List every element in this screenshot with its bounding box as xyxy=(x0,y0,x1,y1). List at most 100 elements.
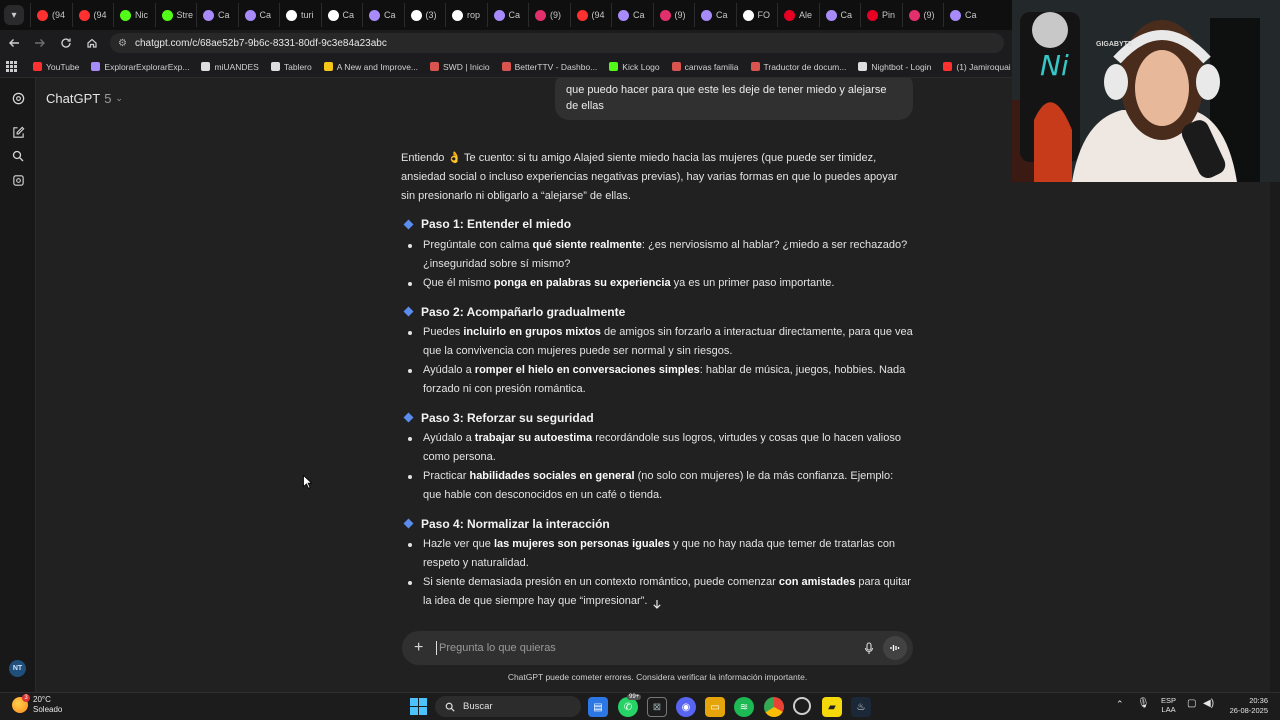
bookmark-item[interactable]: YouTube xyxy=(33,62,79,72)
browser-tab[interactable]: Pin xyxy=(860,3,902,27)
clock[interactable]: 20:36 26-08-2025 xyxy=(1226,696,1268,716)
browser-tab[interactable]: (94 xyxy=(30,3,72,27)
browser-tab[interactable]: rop xyxy=(445,3,487,27)
scroll-to-bottom-button[interactable] xyxy=(647,594,667,614)
svg-text:Ni: Ni xyxy=(1040,49,1069,82)
tab-label: (9) xyxy=(550,10,561,20)
bookmark-item[interactable]: Nightbot - Login xyxy=(858,62,931,72)
browser-tab[interactable]: Ale xyxy=(777,3,819,27)
bookmark-item[interactable]: canvas familia xyxy=(671,62,739,72)
bookmark-item[interactable]: miUANDES xyxy=(201,61,259,72)
prompt-input[interactable] xyxy=(436,641,853,655)
bookmark-favicon-icon xyxy=(858,62,868,71)
user-message: que puedo hacer para que este les deje d… xyxy=(555,78,913,120)
language-indicator[interactable]: ESP LAA xyxy=(1161,696,1176,714)
bookmark-item[interactable]: Traductor de docum... xyxy=(750,62,846,72)
bookmark-item[interactable]: (1) Jamiroquai - Can... xyxy=(943,62,1012,72)
bullet-bold-text: qué siente realmente xyxy=(532,239,642,252)
browser-tab[interactable]: Ca xyxy=(320,3,363,27)
back-icon[interactable] xyxy=(2,31,26,55)
network-icon[interactable]: ▢ xyxy=(1187,698,1196,709)
bookmark-label: miUANDES xyxy=(214,61,259,72)
voice-mode-button[interactable] xyxy=(883,636,907,660)
search-chats-icon[interactable] xyxy=(8,146,28,166)
bookmark-item[interactable]: Kick Logo xyxy=(609,62,660,72)
model-selector[interactable]: ChatGPT 5 ⌄ xyxy=(46,91,123,106)
browser-tab[interactable]: (9) xyxy=(652,3,695,27)
tab-favicon-icon xyxy=(618,9,629,21)
model-name: ChatGPT xyxy=(46,91,101,106)
bookmark-item[interactable]: BetterTTV - Dashbo... xyxy=(501,62,597,72)
microphone-tray-icon[interactable]: 🎙 xyxy=(1137,698,1150,709)
browser-tab[interactable]: Ca xyxy=(611,3,653,27)
bookmark-label: A New and Improve... xyxy=(336,61,419,72)
clock-date: 26-08-2025 xyxy=(1229,706,1268,715)
browser-tab[interactable]: Ca xyxy=(362,3,404,27)
steam-icon[interactable]: ♨ xyxy=(851,697,871,717)
weather-widget[interactable]: 3 20°C Soleado xyxy=(12,694,62,715)
bullet-bold-text: las mujeres son personas iguales xyxy=(493,538,671,551)
step-bullet-list: Ayúdalo a trabajar su autoestima recordá… xyxy=(401,429,913,504)
chevron-up-icon[interactable]: ⌃ xyxy=(1116,699,1124,710)
bookmark-item[interactable]: A New and Improve... xyxy=(323,61,419,72)
sticky-notes-icon[interactable]: ▰ xyxy=(822,697,842,717)
notepad-icon[interactable]: ▤ xyxy=(588,697,608,717)
windows-start-icon[interactable] xyxy=(410,698,427,715)
blue-diamond-icon xyxy=(403,413,414,423)
browser-tab[interactable]: Ca xyxy=(196,3,238,27)
browser-tab[interactable]: (9) xyxy=(528,3,570,27)
browser-tab[interactable]: FO xyxy=(735,3,778,27)
browser-tab[interactable]: Ca xyxy=(818,3,861,27)
address-bar[interactable]: ⚙ chatgpt.com/c/68ae52b7-9b6c-8331-80df-… xyxy=(110,33,1004,53)
browser-tab[interactable]: turi xyxy=(279,3,321,27)
attach-plus-icon[interactable]: + xyxy=(414,639,430,657)
site-info-icon[interactable]: ⚙ xyxy=(118,38,127,49)
home-icon[interactable] xyxy=(80,31,104,55)
chat-sidebar: NT xyxy=(0,78,36,692)
browser-tab[interactable]: Nic xyxy=(113,3,155,27)
tab-label: (9) xyxy=(923,10,935,20)
apps-grid-icon[interactable] xyxy=(6,61,17,72)
tab-favicon-icon xyxy=(950,9,961,21)
browser-tab[interactable]: (3) xyxy=(403,3,446,27)
chevron-down-icon: ⌄ xyxy=(115,93,123,103)
language-bottom: LAA xyxy=(1161,705,1176,714)
bookmark-item[interactable]: SWD | Inicio xyxy=(430,62,490,72)
step-bullet: Pregúntale con calma qué siente realment… xyxy=(401,236,913,274)
library-icon[interactable] xyxy=(8,170,28,190)
browser-tab[interactable]: Ca xyxy=(486,3,529,27)
forward-icon[interactable] xyxy=(28,31,52,55)
openai-logo-icon[interactable] xyxy=(8,88,28,108)
bookmark-item[interactable]: Tablero xyxy=(270,61,312,72)
tab-search-dropdown-icon[interactable]: ▾ xyxy=(4,5,24,25)
browser-tab[interactable]: (94 xyxy=(71,3,114,27)
discord-icon[interactable]: ◉ xyxy=(676,697,696,717)
tab-favicon-icon xyxy=(742,9,754,21)
bookmark-label: Tablero xyxy=(283,61,312,72)
browser-tab[interactable]: (9) xyxy=(901,3,944,27)
file-explorer-icon[interactable]: ▭ xyxy=(705,697,725,717)
tab-label: turi xyxy=(301,10,314,20)
chrome-icon[interactable] xyxy=(764,697,784,717)
tab-label: (9) xyxy=(674,10,686,20)
browser-tab[interactable]: (94 xyxy=(569,3,612,27)
whatsapp-icon[interactable]: ✆ xyxy=(618,697,638,717)
mouse-cursor-icon xyxy=(303,474,313,494)
user-avatar[interactable]: NT xyxy=(9,660,26,677)
reload-icon[interactable] xyxy=(54,31,78,55)
browser-tab[interactable]: Ca xyxy=(237,3,280,27)
tab-label: Ca xyxy=(716,10,728,20)
obs-icon[interactable] xyxy=(793,697,811,715)
new-chat-icon[interactable] xyxy=(8,122,28,142)
tab-favicon-icon xyxy=(452,9,463,21)
browser-tab[interactable]: Ca xyxy=(943,3,985,27)
browser-tab[interactable]: Ca xyxy=(694,3,736,27)
window-edge xyxy=(1270,182,1280,692)
volume-icon[interactable]: ◀) xyxy=(1203,698,1214,709)
taskbar-search[interactable]: Buscar xyxy=(435,696,581,717)
spotify-icon[interactable]: ≋ xyxy=(734,697,754,717)
microphone-icon[interactable] xyxy=(859,638,879,658)
bookmark-item[interactable]: ExplorarExplorarExp... xyxy=(91,62,189,72)
browser-tab[interactable]: Stre xyxy=(154,3,197,27)
xbox-app-icon[interactable]: ⊠ xyxy=(647,697,667,717)
